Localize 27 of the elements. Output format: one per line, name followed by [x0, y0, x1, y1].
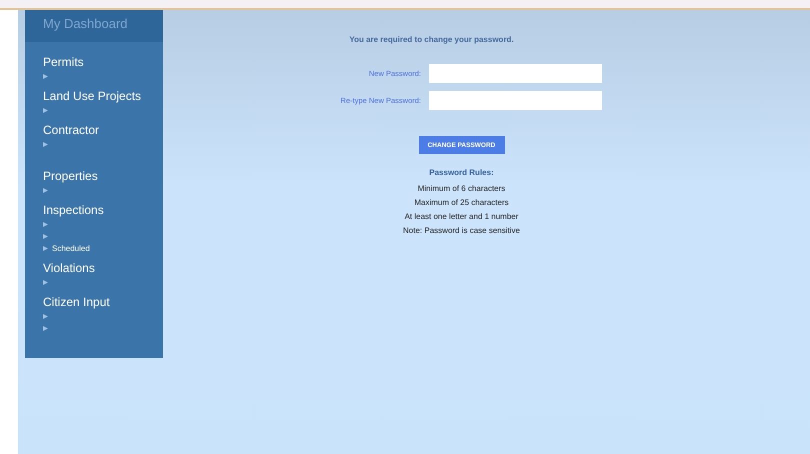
rule-text: Note: Password is case sensitive [403, 225, 520, 237]
triangle-icon [43, 222, 48, 226]
rule-text: At least one letter and 1 number [404, 211, 518, 223]
triangle-icon [43, 188, 48, 192]
triangle-icon [43, 108, 48, 112]
section-heading[interactable]: Violations [43, 260, 163, 276]
triangle-icon [43, 280, 48, 284]
section-heading[interactable]: Properties [43, 168, 163, 184]
notice-text: You are required to change your password. [349, 35, 514, 44]
password-field[interactable] [429, 64, 602, 83]
triangle-icon [43, 142, 48, 147]
triangle-icon [43, 234, 48, 238]
triangle-icon [43, 314, 48, 318]
password-field[interactable] [429, 91, 602, 110]
section-heading[interactable]: Citizen Input [43, 294, 163, 310]
triangle-icon [43, 74, 48, 78]
sidebar-link[interactable]: Scheduled [52, 244, 90, 252]
triangle-icon [43, 326, 48, 330]
section-heading[interactable]: Land Use Projects [43, 88, 163, 104]
section-heading[interactable]: Inspections [43, 202, 163, 218]
rules-title: Password Rules: [429, 168, 494, 177]
rule-text: Maximum of 25 characters [414, 197, 509, 209]
sidebar-title: My Dashboard [25, 10, 163, 42]
triangle-icon [43, 246, 48, 250]
rule-text: Minimum of 6 characters [418, 183, 506, 195]
section-heading[interactable]: Permits [43, 54, 163, 70]
section-heading[interactable]: Contractor [43, 122, 163, 138]
